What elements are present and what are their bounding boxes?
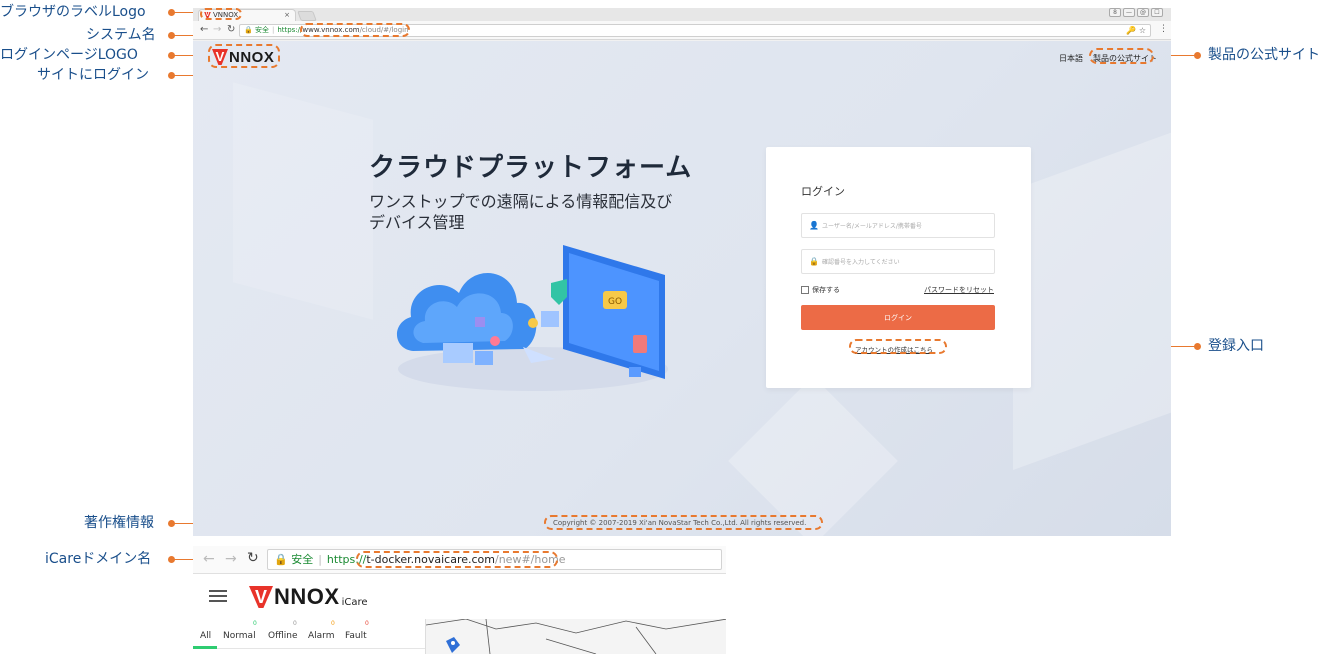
tab-alarm[interactable]: Alarm bbox=[308, 631, 334, 641]
highlight-official-site bbox=[1089, 48, 1154, 64]
map-border-line bbox=[635, 626, 657, 654]
profile-icon[interactable]: 8 bbox=[1109, 8, 1121, 17]
device-status-tabs: All Normal 0 Offline 0 Alarm 0 Fault 0 bbox=[193, 619, 425, 649]
remember-label: 保存する bbox=[812, 286, 840, 294]
hero-subtitle-line2: デバイス管理 bbox=[369, 213, 465, 232]
window-controls: 8 — @ ☐ bbox=[1109, 8, 1163, 17]
annotation-login-page-logo: ログインページLOGO bbox=[0, 47, 138, 63]
bookmark-star-icon[interactable]: 🔑 ☆ bbox=[1126, 25, 1146, 36]
screen-widget-label: GO bbox=[608, 297, 622, 307]
highlight-create-account bbox=[849, 339, 947, 354]
annotation-dot bbox=[1194, 52, 1201, 59]
offline-count: 0 bbox=[293, 620, 297, 627]
annotation-copyright-info: 著作権情報 bbox=[84, 515, 154, 531]
lock-icon: 🔒 bbox=[809, 257, 819, 266]
vnnox-logo-mark: V bbox=[249, 586, 273, 608]
reload-icon[interactable]: ↻ bbox=[247, 550, 259, 566]
highlight-system-name bbox=[300, 23, 410, 37]
lock-icon: 🔒 bbox=[244, 26, 253, 34]
cube-icon bbox=[541, 311, 559, 327]
language-selector[interactable]: 日本語 bbox=[1059, 53, 1083, 64]
reload-icon[interactable]: ↻ bbox=[227, 24, 235, 35]
separator: | bbox=[271, 26, 275, 34]
user-icon: 👤 bbox=[809, 221, 819, 230]
map-border-line bbox=[545, 638, 597, 654]
forward-icon[interactable]: → bbox=[213, 24, 221, 35]
remember-checkbox[interactable] bbox=[801, 286, 809, 294]
lock-icon: 🔒 bbox=[274, 553, 288, 566]
map-graphic bbox=[426, 619, 726, 654]
close-window-icon[interactable]: ☐ bbox=[1151, 8, 1163, 17]
screen-widget bbox=[633, 335, 647, 353]
highlight-tab-logo bbox=[200, 8, 242, 20]
vnnox-logo-text: NNOX bbox=[274, 584, 340, 609]
map-pin-dot bbox=[451, 641, 455, 645]
browser-window: V VNNOX × 8 — @ ☐ ← → ↻ 🔒 安全 | https://www.… bbox=[193, 8, 1171, 536]
back-icon[interactable]: ← bbox=[200, 24, 208, 35]
location-pin-icon bbox=[490, 336, 500, 346]
login-button[interactable]: ログイン bbox=[801, 305, 995, 330]
check-badge-icon bbox=[528, 318, 538, 328]
fault-count: 0 bbox=[365, 620, 369, 627]
new-tab-button[interactable] bbox=[297, 11, 317, 21]
normal-count: 0 bbox=[253, 620, 257, 627]
background-shape bbox=[233, 82, 373, 320]
hamburger-menu-icon[interactable] bbox=[209, 590, 227, 602]
password-input[interactable] bbox=[822, 254, 992, 270]
close-icon[interactable]: × bbox=[284, 10, 290, 21]
map-border-line bbox=[426, 619, 726, 634]
cube-icon bbox=[629, 367, 641, 377]
highlight-icare-domain bbox=[356, 551, 558, 568]
background-shape bbox=[728, 376, 898, 536]
back-icon[interactable]: ← bbox=[203, 551, 215, 567]
tab-normal[interactable]: Normal bbox=[223, 631, 256, 641]
alarm-count: 0 bbox=[331, 620, 335, 627]
background-shape bbox=[1013, 131, 1171, 471]
restore-icon[interactable]: @ bbox=[1137, 8, 1149, 17]
login-page: V NNOX 日本語 製品の公式サイト クラウドプラットフォーム ワンストップで… bbox=[193, 41, 1171, 536]
cloud-platform-illustration: GO bbox=[396, 245, 668, 391]
reset-password-link[interactable]: パスワードをリセット bbox=[924, 285, 994, 295]
minimize-icon[interactable]: — bbox=[1123, 8, 1135, 17]
menu-icon[interactable]: ⋮ bbox=[1159, 24, 1168, 34]
map-area[interactable] bbox=[425, 619, 726, 654]
cube-icon bbox=[475, 317, 485, 327]
password-field[interactable]: 🔒 bbox=[801, 249, 995, 274]
tab-fault[interactable]: Fault bbox=[345, 631, 367, 641]
annotation-icare-domain: iCareドメイン名 bbox=[45, 551, 152, 567]
login-title: ログイン bbox=[801, 185, 845, 198]
active-tab-indicator bbox=[193, 646, 217, 649]
forward-icon[interactable]: → bbox=[225, 551, 237, 567]
icare-logo[interactable]: V NNOX iCare bbox=[249, 586, 368, 608]
annotation-official-site: 製品の公式サイト bbox=[1208, 47, 1320, 63]
server-stack bbox=[443, 343, 473, 363]
highlight-copyright bbox=[544, 515, 823, 530]
secure-label: 安全 bbox=[254, 26, 269, 34]
annotation-site-login: サイトにログイン bbox=[37, 67, 149, 83]
annotation-system-name: システム名 bbox=[86, 27, 156, 43]
tab-offline[interactable]: Offline bbox=[268, 631, 298, 641]
username-field[interactable]: 👤 bbox=[801, 213, 995, 238]
username-input[interactable] bbox=[822, 218, 992, 234]
url-protocol: https:// bbox=[277, 26, 303, 34]
tab-all[interactable]: All bbox=[200, 631, 211, 641]
highlight-page-logo bbox=[208, 44, 280, 68]
hero-title: クラウドプラットフォーム bbox=[369, 153, 693, 183]
annotation-dot bbox=[1194, 343, 1201, 350]
tab-strip: V VNNOX × 8 — @ ☐ bbox=[193, 8, 1171, 21]
annotation-browser-tab-logo: ブラウザのラベルLogo bbox=[0, 4, 146, 20]
icare-logo-suffix: iCare bbox=[341, 597, 368, 608]
secure-label: 安全 bbox=[291, 553, 314, 566]
remember-me[interactable]: 保存する bbox=[801, 285, 840, 295]
server-stack bbox=[475, 351, 493, 365]
annotation-registration-entry: 登録入口 bbox=[1208, 338, 1264, 354]
map-border-line bbox=[485, 619, 491, 654]
separator: | bbox=[318, 553, 322, 566]
